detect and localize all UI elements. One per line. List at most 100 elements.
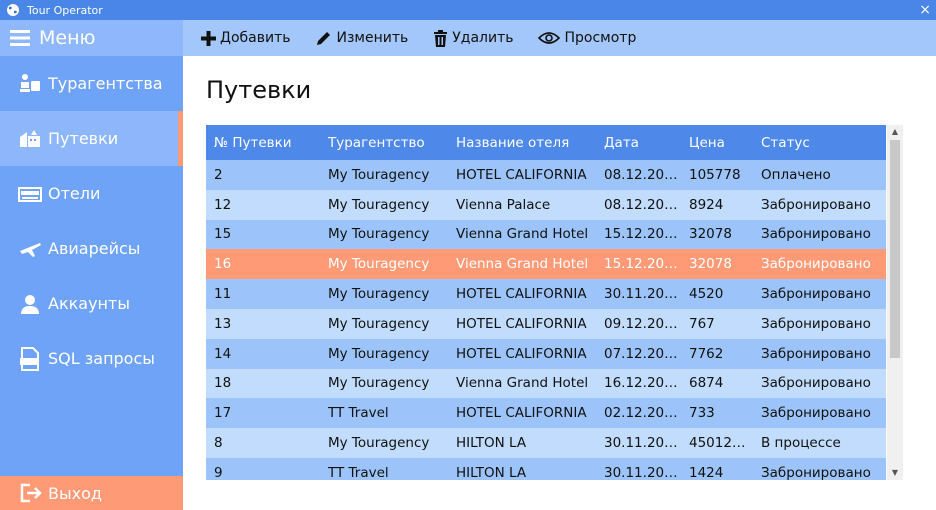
logout-icon xyxy=(20,483,42,503)
table-cell: 1424 xyxy=(689,464,724,480)
table-cell: 08.12.2019 xyxy=(604,196,681,213)
table-cell: 30.11.2019 xyxy=(604,464,681,480)
table-cell: My Touragency xyxy=(328,166,430,183)
table-cell: 14 xyxy=(214,345,232,362)
table-cell: Забронировано xyxy=(761,345,871,362)
title-bar: Tour Operator × xyxy=(0,0,936,20)
table-cell: 105778 xyxy=(689,166,741,183)
hamburger-icon xyxy=(10,30,30,46)
plus-icon xyxy=(201,30,216,46)
table-cell: Забронировано xyxy=(761,196,871,213)
table-cell: HOTEL CALIFORNIA xyxy=(456,315,587,332)
table-row[interactable]: 15 My Touragency Vienna Grand Hotel 15.1… xyxy=(206,219,886,250)
menu-toggle[interactable]: Меню xyxy=(0,20,183,56)
table-cell: 32078 xyxy=(689,256,732,273)
table-row[interactable]: 13 My Touragency HOTEL CALIFORNIA 09.12.… xyxy=(206,308,886,339)
sidebar-item-vouchers[interactable]: Путевки xyxy=(0,111,183,166)
table-row[interactable]: 2 My Touragency HOTEL CALIFORNIA 08.12.2… xyxy=(206,160,886,190)
edit-button-label: Изменить xyxy=(336,30,409,46)
user-icon xyxy=(18,292,42,316)
add-button-label: Добавить xyxy=(220,30,291,46)
scroll-down-arrow-icon[interactable]: ▼ xyxy=(887,466,903,480)
table-cell: 12 xyxy=(214,196,232,213)
table-cell: Забронировано xyxy=(761,375,871,392)
table-cell: Vienna Grand Hotel xyxy=(456,256,589,273)
menu-label: Меню xyxy=(39,27,96,49)
sidebar: Меню Турагентства Путевки Отели Авиарейс… xyxy=(0,20,183,510)
view-button-label: Просмотр xyxy=(564,30,637,46)
table-row[interactable]: 18 My Touragency Vienna Grand Hotel 16.1… xyxy=(206,368,886,399)
toolbar: Добавить Изменить Удалить Просмотр xyxy=(183,20,936,56)
vouchers-table: № Путевки Турагентство Название отеля Да… xyxy=(206,125,903,480)
airplane-icon xyxy=(18,237,42,261)
table-cell: My Touragency xyxy=(328,286,430,303)
sidebar-item-sql-queries[interactable]: SQL запросы xyxy=(0,331,183,386)
table-cell: Vienna Grand Hotel xyxy=(456,375,589,392)
table-cell: Забронировано xyxy=(761,315,871,332)
scrollbar-thumb[interactable] xyxy=(890,140,900,358)
table-header-row: № Путевки Турагентство Название отеля Да… xyxy=(206,125,886,160)
table-cell: HILTON LA xyxy=(456,464,527,480)
table-cell: 30.11.2019 xyxy=(604,286,681,303)
close-icon[interactable]: × xyxy=(919,1,931,19)
delete-button[interactable]: Удалить xyxy=(433,29,514,47)
table-cell: Vienna Grand Hotel xyxy=(456,226,589,243)
table-row[interactable]: 9 TT Travel HILTON LA 30.11.2019 1424 За… xyxy=(206,457,886,480)
table-cell: 450120... xyxy=(689,435,753,452)
table-cell: 7762 xyxy=(689,345,724,362)
logout-button[interactable]: Выход xyxy=(0,476,183,510)
column-header-hotel[interactable]: Название отеля xyxy=(448,125,596,160)
table-cell: 15 xyxy=(214,226,232,243)
column-header-agency[interactable]: Турагентство xyxy=(320,125,448,160)
sidebar-item-travel-agencies[interactable]: Турагентства xyxy=(0,56,183,111)
table-row[interactable]: 14 My Touragency HOTEL CALIFORNIA 07.12.… xyxy=(206,338,886,369)
sidebar-item-hotels[interactable]: Отели xyxy=(0,166,183,221)
table-cell: 09.12.2019 xyxy=(604,315,681,332)
table-cell: 6874 xyxy=(689,375,724,392)
table-cell: My Touragency xyxy=(328,196,430,213)
add-button[interactable]: Добавить xyxy=(201,30,290,46)
sidebar-item-accounts[interactable]: Аккаунты xyxy=(0,276,183,331)
eye-icon xyxy=(538,31,561,45)
table-cell: 8 xyxy=(214,435,223,452)
column-header-price[interactable]: Цена xyxy=(681,125,753,160)
table-cell: 13 xyxy=(214,315,232,332)
table-cell: 16.12.2019 xyxy=(604,375,681,392)
table-cell: HILTON LA xyxy=(456,435,527,452)
table-row[interactable]: 12 My Touragency Vienna Palace 08.12.201… xyxy=(206,189,886,220)
column-header-voucher-number[interactable]: № Путевки xyxy=(206,125,320,160)
page-title: Путевки xyxy=(206,76,312,104)
table-cell: My Touragency xyxy=(328,256,430,273)
table-cell: HOTEL CALIFORNIA xyxy=(456,405,587,422)
table-cell: 08.12.2019 xyxy=(604,166,681,183)
view-button[interactable]: Просмотр xyxy=(538,30,636,46)
travel-agent-icon xyxy=(18,72,42,96)
scroll-up-arrow-icon[interactable]: ▲ xyxy=(887,125,903,139)
table-cell: 32078 xyxy=(689,226,732,243)
table-cell: 2 xyxy=(214,166,223,183)
voucher-icon xyxy=(18,127,42,151)
sidebar-item-label: Путевки xyxy=(48,129,119,148)
table-cell: My Touragency xyxy=(328,315,430,332)
table-cell: Забронировано xyxy=(761,464,871,480)
column-header-date[interactable]: Дата xyxy=(596,125,681,160)
table-scrollbar[interactable]: ▲ ▼ xyxy=(887,125,903,480)
table-cell: Забронировано xyxy=(761,405,871,422)
sidebar-item-flights[interactable]: Авиарейсы xyxy=(0,221,183,276)
table-cell: Оплачено xyxy=(761,166,831,183)
table-row-selected[interactable]: 16 My Touragency Vienna Grand Hotel 15.1… xyxy=(206,249,886,280)
delete-button-label: Удалить xyxy=(452,30,514,46)
table-cell: Забронировано xyxy=(761,256,871,273)
column-header-status[interactable]: Статус xyxy=(753,125,886,160)
table-cell: 4520 xyxy=(689,286,724,303)
table-cell: HOTEL CALIFORNIA xyxy=(456,286,587,303)
table-row[interactable]: 8 My Touragency HILTON LA 30.11.2019 450… xyxy=(206,428,886,458)
table-cell: HOTEL CALIFORNIA xyxy=(456,345,587,362)
table-cell: 02.12.2019 xyxy=(604,405,681,422)
table-row[interactable]: 17 TT Travel HOTEL CALIFORNIA 02.12.2019… xyxy=(206,398,886,429)
edit-button[interactable]: Изменить xyxy=(315,30,408,47)
sql-icon xyxy=(18,346,42,371)
table-cell: 11 xyxy=(214,286,232,303)
table-row[interactable]: 11 My Touragency HOTEL CALIFORNIA 30.11.… xyxy=(206,279,886,309)
sidebar-item-label: Отели xyxy=(48,184,101,203)
